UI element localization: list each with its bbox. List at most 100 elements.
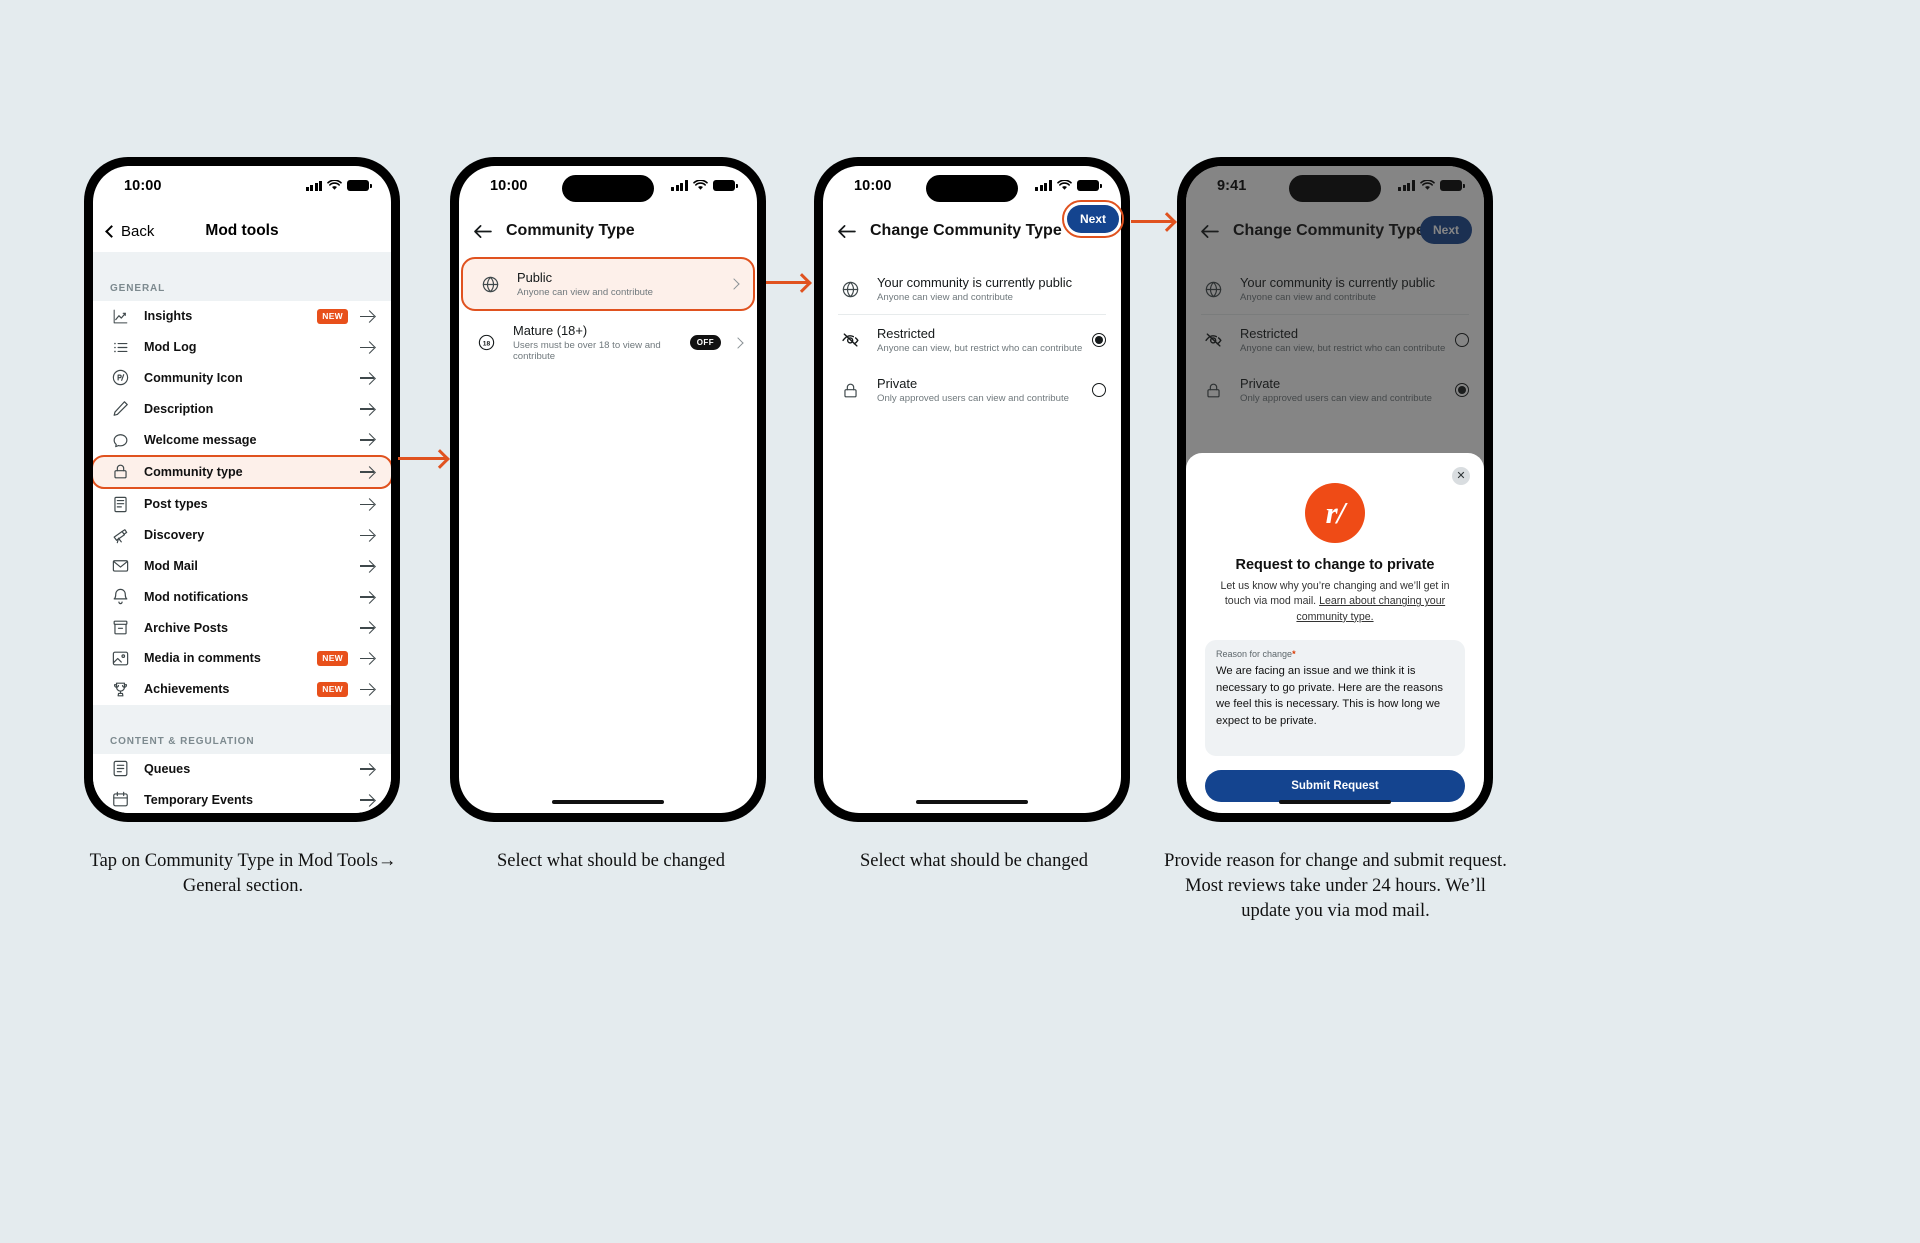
arrow-right-icon (359, 308, 375, 324)
change-type-options: Your community is currently public Anyone… (823, 252, 1121, 415)
arrow-right-icon (359, 761, 375, 777)
battery-icon (1077, 180, 1102, 191)
option-row[interactable]: Private Only approved users can view and … (823, 365, 1121, 415)
envelope-icon (110, 556, 130, 576)
list-item[interactable]: Media in comments NEW (93, 642, 391, 674)
arrow-right-icon (359, 681, 375, 697)
list-item-label: Queues (144, 761, 191, 776)
status-time: 10:00 (490, 178, 528, 194)
arrow-right-icon (359, 401, 375, 417)
nav-bar-1: Back Mod tools (93, 210, 391, 252)
arrow-left-icon[interactable] (837, 224, 856, 239)
list-item[interactable]: Community type (93, 454, 391, 489)
arrow-right-icon (359, 339, 375, 355)
list-item[interactable]: Temporary Events (93, 784, 391, 813)
section-header: GENERAL (93, 270, 391, 301)
option-text: Restricted Anyone can view, but restrict … (877, 326, 1092, 354)
list-item[interactable]: Achievements NEW (93, 673, 391, 705)
list-item-label: Description (144, 401, 214, 416)
document-icon (110, 494, 130, 514)
status-bar-1: 10:00 (93, 166, 391, 210)
toggle-state-pill[interactable]: OFF (689, 335, 721, 350)
back-button[interactable]: Back (105, 222, 155, 240)
status-icons (1035, 180, 1102, 191)
status-icons (671, 180, 738, 191)
submit-request-button[interactable]: Submit Request (1205, 770, 1465, 803)
option-text: Mature (18+) Users must be over 18 to vie… (513, 323, 690, 362)
list-item-label: Community type (144, 464, 243, 479)
radio-button[interactable] (1092, 383, 1106, 397)
list-item[interactable]: Welcome message (93, 424, 391, 455)
arrow-right-icon (359, 496, 375, 512)
next-button[interactable]: Next (1066, 205, 1119, 233)
new-badge: NEW (317, 650, 348, 666)
option-row[interactable]: Restricted Anyone can view, but restrict … (823, 315, 1121, 365)
sheet-title: Request to change to private (1235, 557, 1435, 573)
radio-button[interactable] (1092, 333, 1106, 347)
option-subtitle: Anyone can view, but restrict who can co… (877, 343, 1083, 354)
list-item[interactable]: Mod Mail (93, 550, 391, 582)
wifi-icon (327, 180, 342, 190)
list-item-label: Media in comments (144, 651, 261, 666)
trophy-icon (110, 679, 130, 699)
list-item[interactable]: Queues (93, 753, 391, 785)
arrow-right-icon (359, 370, 375, 386)
option-row[interactable]: Your community is currently public Anyone… (823, 264, 1121, 314)
bell-icon (110, 587, 130, 607)
list-item[interactable]: Mod notifications (93, 581, 391, 613)
list-item-label: Achievements (144, 682, 230, 697)
dynamic-island (562, 175, 654, 202)
status-time: 10:00 (854, 178, 892, 194)
list-item[interactable]: Post types (93, 488, 391, 520)
battery-icon (347, 180, 372, 191)
option-row[interactable]: 18 Mature (18+) Users must be over 18 to v… (459, 312, 757, 373)
close-icon[interactable]: ✕ (1452, 467, 1470, 485)
caption-3: Select what should be changed (859, 851, 1089, 871)
list-item[interactable]: Discovery (93, 519, 391, 551)
list-item-label: Discovery (144, 528, 205, 543)
reason-label: Reason for change* (1216, 649, 1454, 659)
reason-input-box[interactable]: Reason for change* We are facing an issu… (1205, 640, 1465, 757)
phone-2-community-type: 10:00 Community Type Public Anyone can v… (450, 157, 766, 822)
required-asterisk: * (1292, 649, 1296, 660)
eighteen-plus-icon: 18 (475, 333, 498, 352)
reddit-snoo-logo-icon: r/ (1305, 483, 1365, 543)
option-subtitle: Users must be over 18 to view and contri… (513, 340, 661, 362)
nav-bar-2: Community Type (459, 210, 757, 252)
list-item-label: Community Icon (144, 370, 243, 385)
request-bottom-sheet: ✕ r/ Request to change to private Let us… (1186, 453, 1484, 813)
list-icon (110, 337, 130, 357)
caption-1: Tap on Community Type in Mod Tools→ Gene… (89, 851, 397, 896)
restricted-eye-icon (839, 330, 862, 350)
chevron-left-icon (105, 224, 118, 238)
list-item[interactable]: Mod Log (93, 331, 391, 363)
option-row[interactable]: Public Anyone can view and contribute (461, 257, 755, 311)
arrow-right-icon (359, 558, 375, 574)
flow-arrow-3 (1131, 220, 1173, 223)
learn-more-link[interactable]: Learn about changing your community type… (1296, 595, 1445, 622)
list-item-label: Mod notifications (144, 589, 249, 604)
arrow-right-icon (359, 589, 375, 605)
list-item[interactable]: Description (93, 393, 391, 425)
reason-input-value[interactable]: We are facing an issue and we think it i… (1216, 663, 1454, 729)
list-item-label: Welcome message (144, 432, 257, 447)
list-item[interactable]: Community Icon (93, 362, 391, 394)
wifi-icon (693, 180, 708, 190)
arrow-right-icon (359, 792, 375, 808)
list-item-label: Post types (144, 497, 208, 512)
option-title: Mature (18+) (513, 323, 588, 338)
home-indicator (1279, 799, 1391, 804)
arrow-left-icon[interactable] (473, 224, 492, 239)
screen-2: 10:00 Community Type Public Anyone can v… (459, 166, 757, 813)
battery-icon (713, 180, 738, 191)
telescope-icon (110, 525, 130, 545)
chevron-right-icon (732, 336, 744, 349)
option-title: Restricted (877, 326, 936, 341)
list-item-label: Mod Log (144, 340, 197, 355)
back-label: Back (121, 222, 155, 240)
mod-tools-list: GENERAL Insights NEW Mod Log Community Icon D… (93, 252, 391, 813)
list-item[interactable]: Insights NEW (93, 301, 391, 332)
home-indicator (916, 799, 1028, 804)
arrow-right-icon (359, 527, 375, 543)
list-item[interactable]: Archive Posts (93, 612, 391, 643)
